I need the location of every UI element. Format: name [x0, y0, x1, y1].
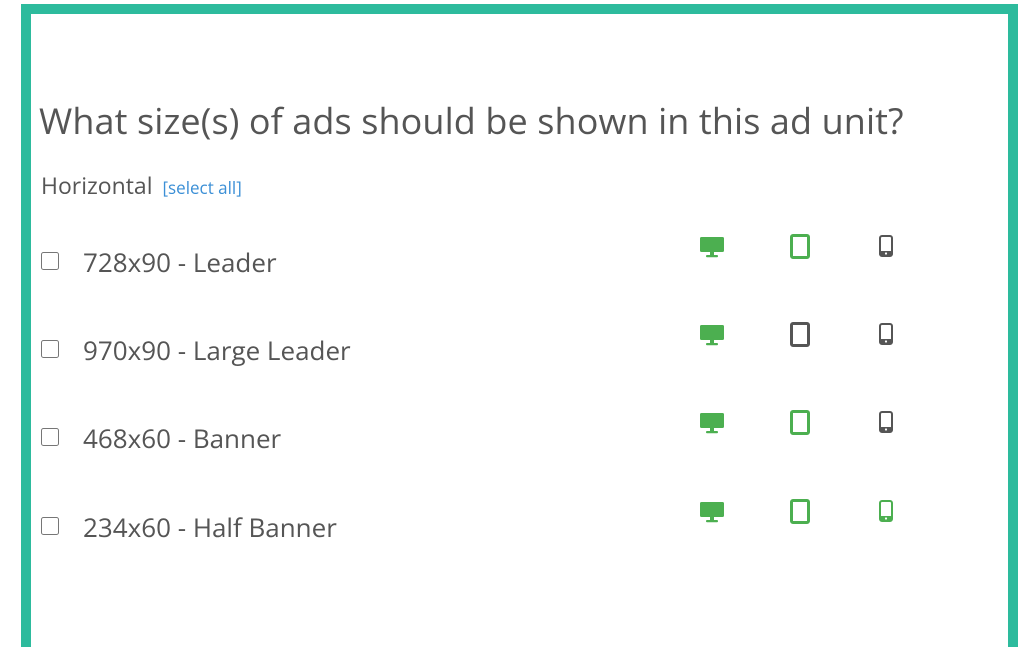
tablet-icon — [785, 497, 815, 527]
desktop-icon — [697, 320, 727, 350]
size-label: 234x60 - Half Banner — [83, 509, 337, 545]
size-option-728x90: 728x90 - Leader — [41, 234, 921, 285]
group-label: Horizontal — [41, 169, 153, 201]
phone-icon — [871, 408, 901, 438]
size-label: 970x90 - Large Leader — [83, 332, 351, 368]
size-checkbox[interactable] — [41, 428, 59, 446]
desktop-icon — [697, 408, 727, 438]
size-option-970x90: 970x90 - Large Leader — [41, 322, 921, 373]
desktop-icon — [697, 232, 727, 262]
tablet-icon — [785, 408, 815, 438]
tablet-icon — [785, 320, 815, 350]
size-checkbox[interactable] — [41, 252, 59, 270]
horizontal-group-heading: Horizontal [select all] — [41, 169, 242, 201]
size-label: 728x90 - Leader — [83, 244, 277, 280]
size-option-234x60: 234x60 - Half Banner — [41, 499, 921, 550]
select-all-link[interactable]: [select all] — [163, 176, 242, 199]
phone-icon — [871, 497, 901, 527]
phone-icon — [871, 232, 901, 262]
size-checkbox[interactable] — [41, 517, 59, 535]
phone-icon — [871, 320, 901, 350]
size-option-468x60: 468x60 - Banner — [41, 410, 921, 461]
size-label: 468x60 - Banner — [83, 420, 282, 456]
desktop-icon — [697, 497, 727, 527]
tablet-icon — [785, 232, 815, 262]
size-checkbox[interactable] — [41, 340, 59, 358]
page-title: What size(s) of ads should be shown in t… — [39, 96, 904, 145]
